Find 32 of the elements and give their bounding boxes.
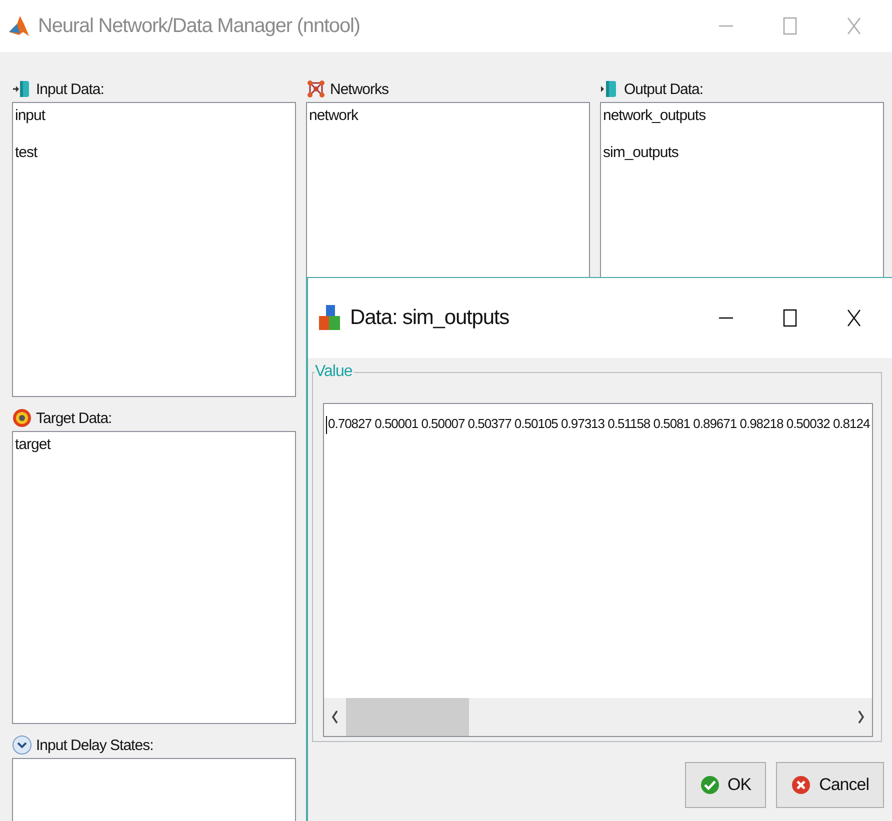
panel-label: Input Delay States: (36, 736, 154, 754)
scrollbar-thumb[interactable] (346, 698, 469, 736)
panel-label: Networks (330, 80, 389, 98)
cancel-icon (791, 775, 812, 795)
list-item[interactable]: network (309, 107, 587, 124)
value-text: 0.70827 0.50001 0.50007 0.50377 0.50105 0.97313 0.51158 0.5081 0.89671 0.98218 0.50032 0.8124 (328, 416, 870, 431)
minimize-icon (719, 25, 733, 27)
chevron-circle-icon (12, 735, 32, 755)
network-icon (306, 79, 326, 99)
panel-label: Output Data: (624, 80, 704, 98)
cubes-icon (318, 304, 342, 332)
peak-logo-icon (8, 14, 30, 38)
minimize-icon (719, 317, 733, 319)
list-item[interactable]: network_outputs (603, 107, 881, 124)
list-item[interactable]: target (15, 436, 293, 453)
panel-label: Input Data: (36, 80, 104, 98)
dialog-title: Data: sim_outputs (350, 306, 510, 330)
value-field[interactable]: 0.70827 0.50001 0.50007 0.50377 0.50105 0.97313 0.51158 0.5081 0.89671 0.98218 0.50032 0.8124 (323, 403, 873, 737)
text-cursor (326, 416, 327, 434)
ok-button[interactable]: OK (684, 762, 766, 808)
list-item[interactable]: input (15, 107, 293, 124)
cancel-button[interactable]: Cancel (776, 762, 884, 808)
target-icon (12, 408, 32, 428)
list-item[interactable]: test (15, 144, 293, 161)
check-icon (700, 775, 720, 795)
chevron-right-icon (856, 709, 866, 725)
chevron-left-icon (330, 709, 340, 725)
window-title: Neural Network/Data Manager (nntool) (38, 14, 361, 38)
panel-label: Target Data: (36, 410, 112, 426)
list-item[interactable]: sim_outputs (603, 144, 881, 161)
cylinder-arrow-icon (12, 79, 32, 99)
scrollbar[interactable] (324, 698, 872, 736)
